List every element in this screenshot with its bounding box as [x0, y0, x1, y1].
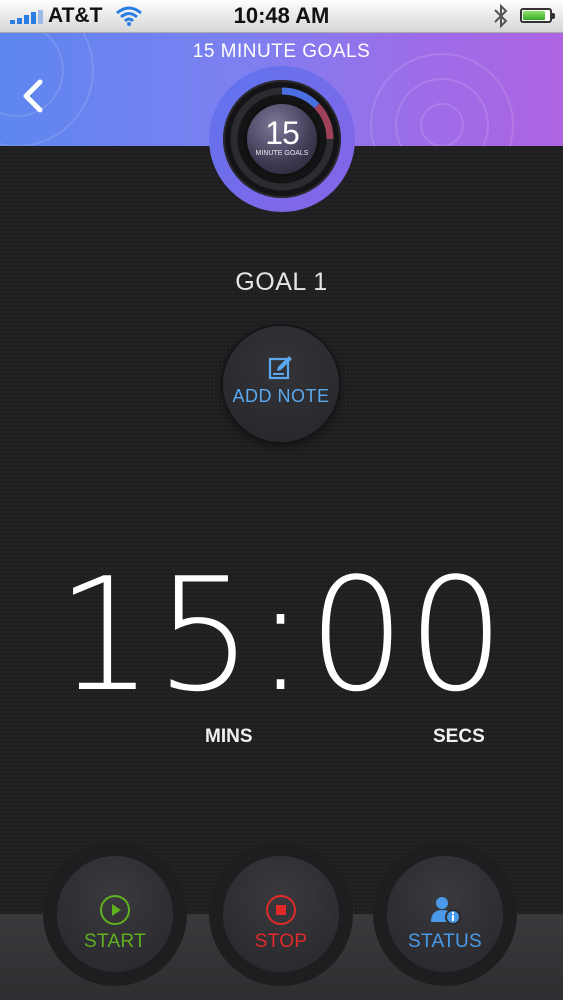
user-info-icon	[431, 897, 461, 925]
stop-label: STOP	[254, 931, 308, 952]
clock-time: 10:48 AM	[233, 3, 330, 28]
back-button[interactable]	[14, 76, 54, 116]
status-button[interactable]: STATUS	[387, 856, 503, 972]
chevron-left-icon	[23, 79, 43, 113]
minutes-label: MINS	[205, 726, 253, 747]
goal-title: GOAL 1	[235, 268, 328, 296]
play-icon	[100, 895, 130, 925]
stop-icon	[266, 895, 296, 925]
logo-number: 15	[265, 115, 300, 151]
start-label: START	[83, 931, 147, 952]
add-note-label: ADD NOTE	[232, 386, 330, 406]
battery-icon	[520, 8, 555, 23]
app-logo: 15 MINUTE GOALS	[209, 66, 355, 212]
seconds-label: SECS	[433, 726, 485, 747]
bluetooth-icon	[494, 3, 508, 29]
status-label: STATUS	[408, 931, 482, 952]
countdown-timer: 15:00	[56, 544, 507, 726]
stop-button[interactable]: STOP	[223, 856, 339, 972]
start-button[interactable]: START	[57, 856, 173, 972]
logo-subtitle: MINUTE GOALS	[255, 150, 309, 157]
add-note-button[interactable]: ADD NOTE	[223, 326, 339, 442]
edit-note-icon	[268, 356, 292, 380]
page-title: 15 MINUTE GOALS	[192, 41, 371, 62]
main-content	[0, 146, 563, 914]
status-bar: AT&T 10:48 AM	[0, 0, 563, 33]
